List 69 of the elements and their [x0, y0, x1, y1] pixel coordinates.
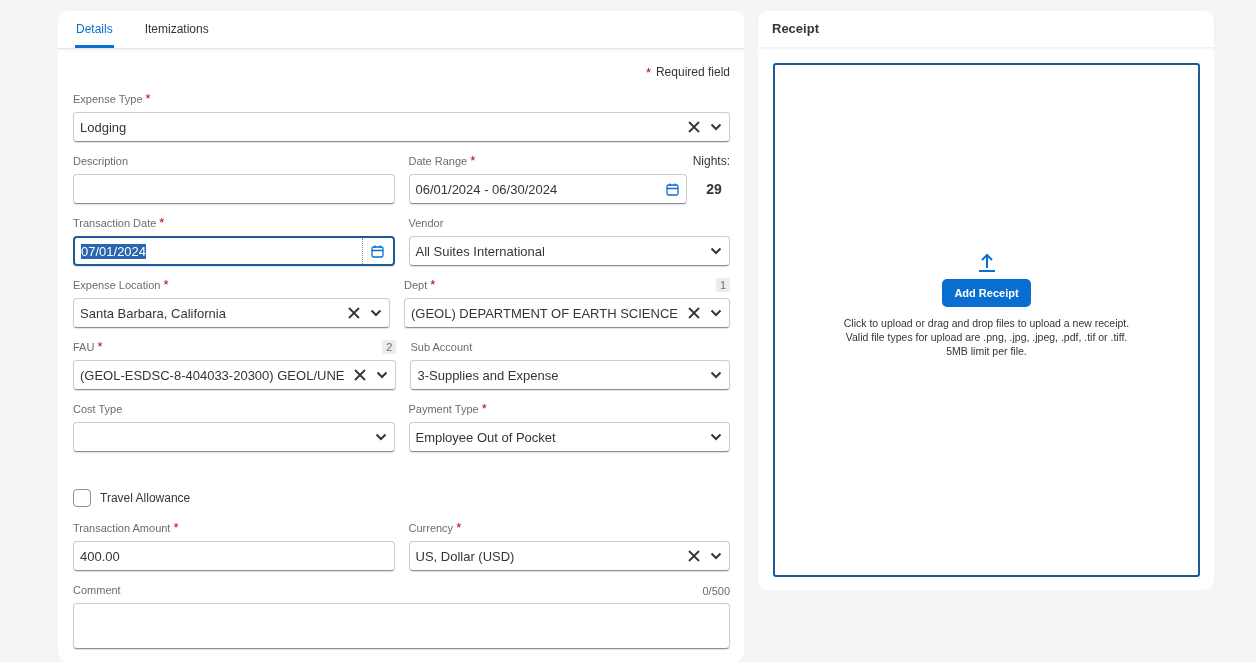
field-label: Transaction Date: [73, 216, 157, 230]
chevron-down-icon[interactable]: [710, 371, 722, 379]
field-label: Description: [73, 154, 129, 168]
input-field[interactable]: 400.00: [73, 541, 395, 571]
tab[interactable]: Itemizations: [143, 11, 210, 48]
character-counter: 0/500: [702, 585, 730, 597]
dropdown-field[interactable]: Employee Out of Pocket: [408, 422, 730, 452]
field-label: FAU: [73, 340, 95, 354]
field-label: Cost Type: [73, 402, 123, 416]
calendar-icon[interactable]: [666, 182, 679, 196]
comment-field[interactable]: [73, 603, 730, 649]
clear-icon[interactable]: [688, 121, 700, 133]
chevron-down-icon[interactable]: [376, 371, 389, 379]
required-mark: *: [97, 339, 103, 354]
chevron-down-icon[interactable]: [710, 309, 722, 317]
field-label: Date Range: [408, 154, 468, 168]
dropdown-field[interactable]: Santa Barbara, California: [73, 298, 390, 328]
required-mark: *: [645, 65, 651, 80]
required-mark: *: [159, 215, 165, 230]
nights-count: 29: [705, 181, 723, 197]
count-badge: 1: [715, 278, 730, 292]
required-mark: *: [173, 520, 179, 535]
checkbox-label: Travel Allowance: [100, 491, 191, 505]
field-label: Sub Account: [410, 340, 473, 354]
required-mark: *: [481, 401, 487, 416]
panel-title: Receipt: [758, 11, 1214, 47]
clear-icon[interactable]: [688, 307, 700, 319]
field-label: Dept: [403, 278, 428, 292]
required-mark: *: [470, 153, 476, 168]
field-label: Expense Location: [73, 278, 161, 292]
required-mark: *: [145, 91, 151, 106]
calendar-icon[interactable]: [371, 244, 384, 258]
dropdown-field[interactable]: Lodging: [73, 112, 730, 142]
chevron-down-icon[interactable]: [710, 123, 722, 131]
clear-icon[interactable]: [347, 307, 360, 319]
dropdown-field[interactable]: [73, 422, 395, 452]
required-mark: *: [163, 277, 169, 292]
field-label: Expense Type: [73, 92, 143, 106]
clear-icon[interactable]: [354, 369, 367, 381]
clear-icon[interactable]: [688, 550, 700, 562]
field-label: Comment: [73, 583, 121, 597]
dropdown-field[interactable]: 3-Supplies and Expense: [410, 360, 730, 390]
field-label: Vendor: [408, 216, 444, 230]
upload-dropzone[interactable]: Add Receipt Click to upload or drag and drop files to upload a new receipt. Valid file types for upload are .png, .jpg, .jpeg, .pdf, .tif or .tiff. 5MB limit per file.: [773, 63, 1200, 577]
field-label: Transaction Amount: [73, 521, 171, 535]
chevron-down-icon[interactable]: [710, 433, 722, 441]
chevron-down-icon[interactable]: [710, 247, 722, 255]
checkbox[interactable]: [73, 489, 91, 507]
dropdown-field[interactable]: All Suites International: [408, 236, 730, 266]
field-label: Payment Type: [408, 402, 479, 416]
nights-label: Nights:: [692, 154, 730, 168]
tab[interactable]: Details: [75, 11, 114, 48]
required-field-note: Required field: [655, 65, 730, 80]
dropdown-field[interactable]: (GEOL) DEPARTMENT OF EARTH SCIENCE: [403, 298, 730, 328]
upload-icon[interactable]: [978, 252, 995, 272]
count-badge: 2: [382, 340, 397, 354]
input-field[interactable]: [73, 174, 395, 204]
field-label: Currency: [408, 521, 454, 535]
chevron-down-icon[interactable]: [374, 433, 387, 441]
date-field[interactable]: 06/01/2024 - 06/30/2024: [408, 174, 687, 204]
chevron-down-icon[interactable]: [710, 552, 722, 560]
required-mark: *: [456, 520, 462, 535]
dropdown-field[interactable]: (GEOL-ESDSC-8-404033-20300) GEOL/UNE: [73, 360, 397, 390]
dropdown-field[interactable]: US, Dollar (USD): [408, 541, 730, 571]
chevron-down-icon[interactable]: [369, 309, 382, 317]
upload-hint: Click to upload or drag and drop files to upload a new receipt. Valid file types for upload are .png, .jpg, .jpeg, .pdf, .tif or .tiff. 5MB limit per file.: [843, 316, 1130, 358]
date-field[interactable]: 07/01/2024: [73, 236, 395, 266]
required-mark: *: [430, 277, 436, 292]
add-receipt-button[interactable]: Add Receipt: [942, 279, 1031, 307]
